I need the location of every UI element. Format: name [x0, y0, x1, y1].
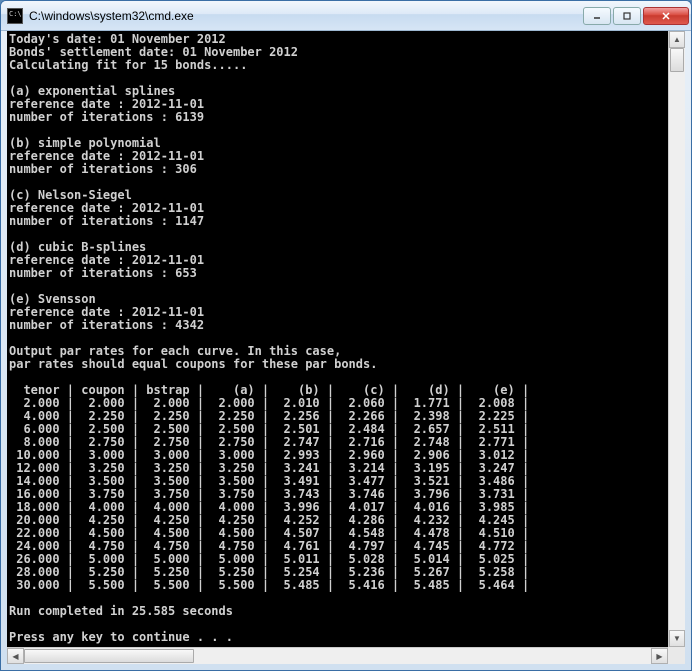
resize-grip[interactable]: [668, 647, 685, 664]
line: number of iterations : 1147: [9, 215, 666, 228]
line: par rates should equal coupons for these…: [9, 358, 666, 371]
line: Press any key to continue . . .: [9, 631, 666, 644]
line: number of iterations : 653: [9, 267, 666, 280]
window-frame: C:\windows\system32\cmd.exe Today's date…: [0, 0, 692, 671]
bottom-scroll-row: ◀ ▶: [7, 647, 685, 664]
table-body: 2.000 | 2.000 | 2.000 | 2.000 | 2.010 | …: [9, 397, 666, 592]
minimize-button[interactable]: [583, 7, 611, 25]
line: Calculating fit for 15 bonds.....: [9, 59, 666, 72]
scroll-up-button[interactable]: ▲: [669, 31, 685, 48]
line: number of iterations : 6139: [9, 111, 666, 124]
close-button[interactable]: [643, 7, 689, 25]
scroll-thumb[interactable]: [670, 48, 684, 72]
cmd-icon: [7, 8, 23, 24]
console-output[interactable]: Today's date: 01 November 2012Bonds' set…: [7, 31, 668, 647]
horizontal-scrollbar[interactable]: ◀ ▶: [7, 647, 668, 664]
scroll-left-button[interactable]: ◀: [7, 648, 24, 664]
hscroll-thumb[interactable]: [24, 649, 194, 663]
titlebar[interactable]: C:\windows\system32\cmd.exe: [1, 1, 691, 31]
line: number of iterations : 306: [9, 163, 666, 176]
line: number of iterations : 4342: [9, 319, 666, 332]
scroll-track[interactable]: [669, 48, 685, 630]
hscroll-track[interactable]: [24, 648, 651, 664]
client-area: Today's date: 01 November 2012Bonds' set…: [7, 31, 685, 647]
maximize-button[interactable]: [613, 7, 641, 25]
table-row: 30.000 | 5.500 | 5.500 | 5.500 | 5.485 |…: [9, 579, 666, 592]
line: Run completed in 25.585 seconds: [9, 605, 666, 618]
window-buttons: [583, 7, 689, 25]
vertical-scrollbar[interactable]: ▲ ▼: [668, 31, 685, 647]
window-title: C:\windows\system32\cmd.exe: [29, 9, 583, 23]
scroll-right-button[interactable]: ▶: [651, 648, 668, 664]
scroll-down-button[interactable]: ▼: [669, 630, 685, 647]
